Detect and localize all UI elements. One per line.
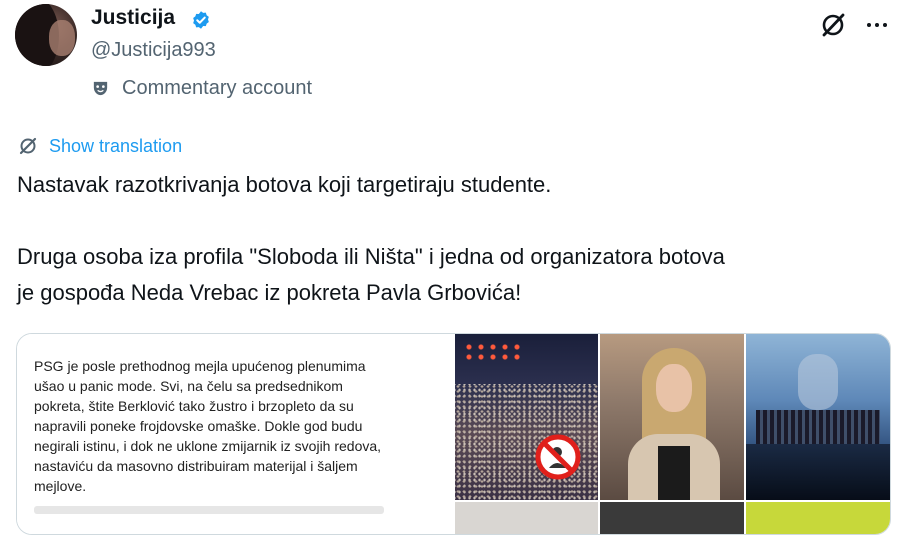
display-name[interactable]: Justicija — [91, 6, 175, 30]
woman-portrait-photo[interactable] — [600, 334, 744, 500]
user-handle[interactable]: @Justicija993 — [91, 39, 216, 62]
document-screenshot-image[interactable]: PSG je posle prethodnog mejla upućenog p… — [17, 334, 455, 534]
portrait-face — [656, 364, 692, 412]
avatar-face — [49, 20, 75, 56]
show-translation-label: Show translation — [49, 135, 183, 156]
show-translation-button[interactable]: Show translation — [17, 135, 182, 157]
screen-figure — [798, 354, 838, 410]
document-text: PSG je posle prethodnog mejla upućenog p… — [34, 358, 382, 494]
grok-icon — [19, 137, 37, 155]
photo-6[interactable] — [746, 502, 890, 534]
portrait-shirt — [658, 446, 690, 500]
stage-lights — [463, 342, 523, 362]
media-card[interactable]: PSG je posle prethodnog mejla upućenog p… — [16, 333, 891, 535]
grok-icon[interactable] — [818, 10, 848, 40]
tweet-text-line: Druga osoba iza profila "Sloboda ili Niš… — [17, 244, 725, 269]
verified-badge-icon — [193, 11, 209, 29]
account-label-text: Commentary account — [122, 76, 313, 99]
stage-crowd — [756, 410, 880, 444]
photo-5[interactable] — [600, 502, 744, 534]
photo-4[interactable] — [455, 502, 598, 534]
avatar[interactable] — [15, 4, 77, 66]
tweet-text-line: Nastavak razotkrivanja botova koji targe… — [17, 172, 552, 197]
tweet-text-line: je gospođa Neda Vrebac iz pokreta Pavla … — [17, 280, 522, 305]
commentary-mask-icon — [93, 81, 108, 95]
account-label: Commentary account — [91, 76, 312, 100]
stage-floor — [746, 444, 890, 500]
stage-event-photo[interactable] — [746, 334, 890, 500]
more-options-icon[interactable] — [862, 10, 892, 40]
crowd-protest-photo[interactable] — [455, 334, 598, 500]
prohibition-sign-icon — [535, 434, 581, 480]
